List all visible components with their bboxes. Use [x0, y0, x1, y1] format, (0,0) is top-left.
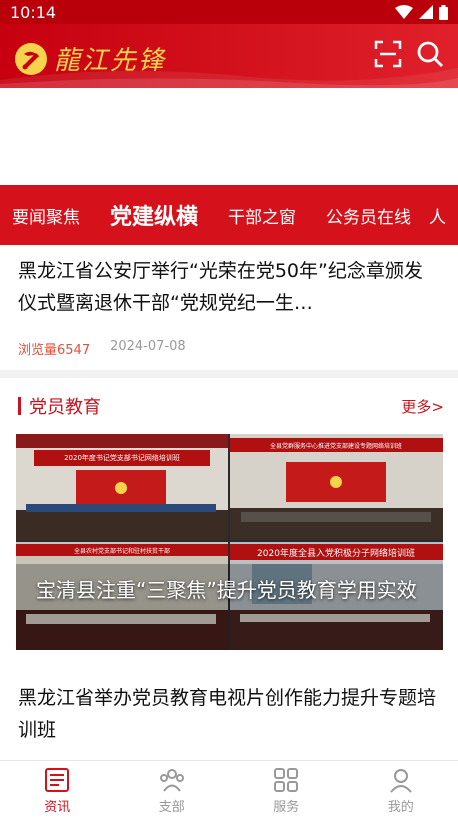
section-accent-bar: [18, 397, 21, 415]
bottom-navigation: 资讯 支部 服务 我的: [0, 760, 458, 820]
training-photo-collage: 2020年度书记党支部书记网络培训班 全县党群服务中心推进党支部建设专题网络培训…: [16, 434, 443, 650]
nav-branch[interactable]: 支部: [115, 761, 230, 820]
section-title: 党员教育: [18, 393, 101, 419]
nav-news-label: 资讯: [44, 800, 71, 815]
news-icon: [45, 768, 70, 792]
signal-icon: [419, 5, 433, 19]
search-icon[interactable]: [416, 40, 444, 68]
app-logo: 龍江先锋: [14, 40, 166, 77]
profile-icon: [389, 769, 412, 793]
nav-profile-label: 我的: [387, 800, 414, 815]
photo-banner-1: 2020年度书记党支部书记网络培训班: [64, 453, 180, 462]
battery-icon: [439, 4, 448, 20]
featured-article-image[interactable]: 2020年度书记党支部书记网络培训班 全县党群服务中心推进党支部建设专题网络培训…: [16, 434, 443, 650]
article-date: 2024-07-08: [110, 339, 186, 354]
section-title-text: 党员教育: [29, 397, 101, 418]
article-title: 黑龙江省公安厅举行“光荣在党50年”纪念章颁发仪式暨离退休干部“党规党纪一生…: [18, 260, 423, 314]
header-actions: [374, 40, 444, 68]
status-bar: 10:14: [0, 0, 458, 24]
tab-party-building[interactable]: 党建纵横: [98, 199, 198, 231]
nav-services-label: 服务: [273, 800, 300, 815]
status-icons: [395, 4, 448, 20]
photo-banner-3: 全县农村党支部书记和驻村扶贫干部: [74, 547, 170, 555]
banner-area: [0, 88, 458, 185]
services-icon: [274, 768, 299, 792]
more-link[interactable]: 更多>: [401, 396, 444, 417]
photo-banner-2: 全县党群服务中心推进党支部建设专题网络培训班: [270, 442, 402, 450]
status-time: 10:14: [10, 2, 57, 22]
nav-news[interactable]: 资讯: [0, 761, 115, 820]
category-tabs: 要闻聚焦 党建纵横 干部之窗 公务员在线 人: [0, 185, 458, 245]
featured-caption: 宝清县注重“三聚焦”提升党员教育学用实效: [36, 578, 417, 602]
party-emblem-icon: [15, 42, 47, 75]
logo-text: 龍江先锋: [54, 46, 167, 76]
photo-banner-4: 2020年度全县入党积极分子网络培训班: [257, 547, 415, 559]
news-article-2[interactable]: 黑龙江省举办党员教育电视片创作能力提升专题培训班: [0, 672, 458, 758]
branch-icon: [159, 769, 184, 792]
nav-profile[interactable]: 我的: [344, 761, 458, 820]
tab-civil-servant[interactable]: 公务员在线: [314, 203, 411, 228]
article-meta: 浏览量6547 2024-07-08: [18, 339, 440, 358]
section-header: 党员教育 更多>: [0, 378, 458, 434]
app-header: 龍江先锋: [0, 24, 458, 88]
section-divider: [0, 370, 458, 378]
scan-icon[interactable]: [374, 40, 402, 68]
view-count: 浏览量6547: [18, 343, 91, 358]
wifi-icon: [395, 5, 413, 19]
nav-branch-label: 支部: [158, 800, 185, 815]
article-title-2: 黑龙江省举办党员教育电视片创作能力提升专题培训班: [18, 687, 437, 741]
news-article[interactable]: 黑龙江省公安厅举行“光荣在党50年”纪念章颁发仪式暨离退休干部“党规党纪一生… …: [0, 245, 458, 370]
tab-cadre-window[interactable]: 干部之窗: [216, 203, 296, 228]
tab-partial[interactable]: 人: [429, 203, 446, 228]
nav-services[interactable]: 服务: [229, 761, 344, 820]
tab-news-focus[interactable]: 要闻聚焦: [0, 203, 80, 228]
